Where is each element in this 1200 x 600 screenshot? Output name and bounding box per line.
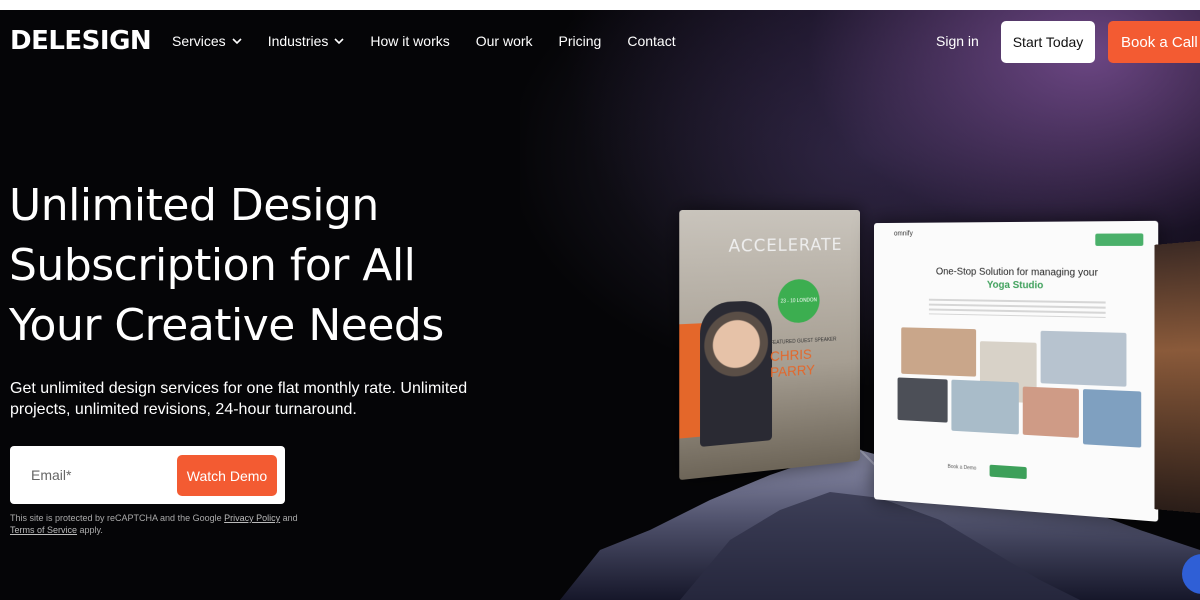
mockup-title-text: One-Stop Solution for managing your bbox=[935, 266, 1098, 279]
brand-logo[interactable]: DELESIGN bbox=[10, 26, 152, 56]
privacy-policy-link[interactable]: Privacy Policy bbox=[224, 513, 280, 523]
email-input[interactable] bbox=[22, 455, 172, 495]
nav-industries[interactable]: Industries bbox=[268, 33, 345, 49]
poster-heading: ACCELERATE bbox=[728, 235, 843, 257]
watch-demo-button[interactable]: Watch Demo bbox=[177, 455, 277, 496]
mockup-photo bbox=[951, 379, 1019, 435]
recaptcha-notice: This site is protected by reCAPTCHA and … bbox=[10, 512, 300, 536]
recaptcha-text: and bbox=[280, 513, 298, 523]
book-a-call-button[interactable]: Book a Call bbox=[1108, 21, 1200, 63]
mockup-photo bbox=[897, 377, 948, 423]
mockup-photo bbox=[1040, 330, 1127, 387]
hero-title-line: Your Creative Needs bbox=[9, 300, 444, 351]
recaptcha-text: apply. bbox=[77, 525, 103, 535]
hero-title-line: Unlimited Design bbox=[9, 180, 379, 231]
nav-links: Services Industries How it works Our wor… bbox=[172, 33, 702, 49]
mockup-demo-link: Book a Demo bbox=[947, 463, 977, 472]
mockup-body-text bbox=[928, 298, 1106, 318]
speaker-photo bbox=[700, 300, 773, 447]
nav-services[interactable]: Services bbox=[172, 33, 242, 49]
website-mockup: omnify One-Stop Solution for managing yo… bbox=[874, 220, 1159, 522]
nav-how-it-works[interactable]: How it works bbox=[370, 33, 449, 49]
chevron-down-icon bbox=[232, 37, 242, 44]
hero-title-line: Subscription for All bbox=[9, 240, 416, 291]
nav-contact[interactable]: Contact bbox=[627, 33, 675, 49]
mockup-photo bbox=[1022, 386, 1079, 438]
poster-speaker-name-line: PARRY bbox=[770, 361, 815, 381]
mockup-logo: omnify bbox=[893, 230, 913, 238]
email-signup-form: Watch Demo bbox=[10, 446, 285, 504]
poster-speaker-name: CHRIS PARRY bbox=[770, 346, 815, 381]
recaptcha-text: This site is protected by reCAPTCHA and … bbox=[10, 513, 225, 523]
nav-our-work[interactable]: Our work bbox=[476, 33, 533, 49]
mockup-photo bbox=[1082, 389, 1142, 448]
mockup-nav-cta bbox=[1095, 233, 1144, 246]
nav-services-label: Services bbox=[172, 33, 226, 49]
poster-date-badge: 23 - 10 LONDON bbox=[777, 278, 820, 324]
mockup-cta-button bbox=[989, 464, 1027, 480]
nav-pricing[interactable]: Pricing bbox=[559, 33, 602, 49]
nav-industries-label: Industries bbox=[267, 33, 329, 49]
mockup-title: One-Stop Solution for managing your Yoga… bbox=[920, 266, 1116, 294]
mockup-photo bbox=[901, 327, 977, 377]
chevron-down-icon bbox=[334, 37, 344, 44]
hero-section: ACCELERATE 23 - 10 LONDON FEATURED GUEST… bbox=[0, 10, 1200, 600]
sign-in-link[interactable]: Sign in bbox=[936, 33, 979, 49]
hero-subtitle: Get unlimited design services for one fl… bbox=[10, 380, 468, 418]
poster-speaker-label: FEATURED GUEST SPEAKER bbox=[770, 336, 837, 347]
fitness-mockup bbox=[1154, 239, 1200, 515]
mockup-title-highlight: Yoga Studio bbox=[986, 279, 1044, 292]
hero-title: Unlimited Design Subscription for All Yo… bbox=[9, 176, 529, 356]
start-today-button[interactable]: Start Today bbox=[1001, 21, 1095, 63]
event-poster-mockup: ACCELERATE 23 - 10 LONDON FEATURED GUEST… bbox=[679, 209, 860, 481]
terms-of-service-link[interactable]: Terms of Service bbox=[10, 525, 77, 535]
top-navigation: DELESIGN Services Industries How it work… bbox=[0, 10, 1200, 74]
